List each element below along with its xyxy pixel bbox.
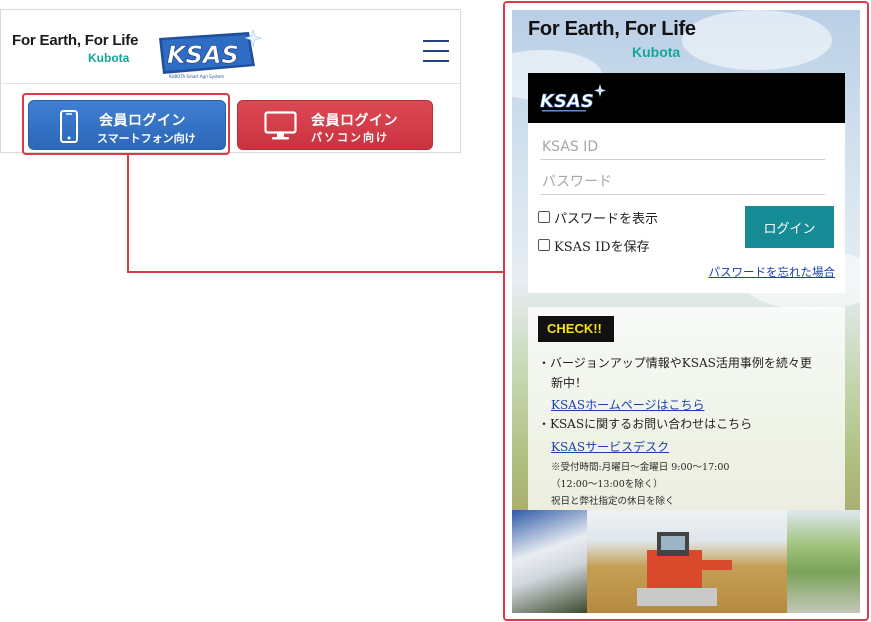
hamburger-menu-icon[interactable] bbox=[423, 40, 449, 62]
ksas-logo-subtext: KUBOTA Smart Agri System bbox=[169, 74, 224, 79]
photo-smartphone-in-hand bbox=[512, 510, 587, 613]
smartphone-login-screen: For Earth, For Life Kubota KSAS パスワードを表示… bbox=[512, 10, 860, 613]
check-info-panel: CHECK!! ・バージョンアップ情報やKSAS活用事例を続々更 新中！ KSA… bbox=[528, 307, 845, 510]
forgot-password-link[interactable]: パスワードを忘れた場合 bbox=[709, 264, 836, 280]
password-input[interactable] bbox=[540, 169, 825, 195]
login-button-label: 会員ログイン bbox=[99, 113, 186, 129]
smartphone-icon bbox=[60, 110, 78, 143]
callout-frame: For Earth, For Life Kubota KSAS パスワードを表示… bbox=[503, 1, 869, 621]
photo-combine-harvester bbox=[587, 510, 787, 613]
ksas-banner: KSAS bbox=[528, 73, 845, 123]
menu-line bbox=[423, 50, 449, 52]
contact-text: KSASに関するお問い合わせはこちら bbox=[550, 417, 753, 431]
ksas-homepage-link[interactable]: KSASホームページはこちら bbox=[551, 396, 704, 413]
checkbox-square[interactable] bbox=[538, 239, 550, 251]
kubota-logo-text: Kubota bbox=[88, 51, 130, 65]
news-item-continued: 新中！ bbox=[551, 376, 588, 390]
save-id-label: KSAS IDを保存 bbox=[554, 240, 650, 255]
login-card: KSAS パスワードを表示 KSAS IDを保存 ログイン パスワードを忘れた場… bbox=[528, 73, 845, 293]
login-button-sublabel: パソコン向け bbox=[311, 131, 389, 144]
service-desk-link[interactable]: KSASサービスデスク bbox=[551, 438, 669, 455]
ksas-id-input[interactable] bbox=[540, 134, 825, 160]
login-button-sublabel: スマートフォン向け bbox=[97, 132, 196, 145]
checkbox-square[interactable] bbox=[538, 211, 550, 223]
background-cloud bbox=[682, 10, 832, 70]
news-text: バージョンアップ情報やKSAS活用事例を続々更 bbox=[550, 356, 812, 370]
member-login-pc-button[interactable]: 会員ログイン パソコン向け bbox=[237, 100, 433, 150]
brand-tagline: For Earth, For Life bbox=[528, 18, 696, 40]
kubota-logo-text: Kubota bbox=[632, 44, 681, 60]
callout-connector-vertical bbox=[127, 155, 129, 273]
news-item: ・バージョンアップ情報やKSAS活用事例を続々更 bbox=[538, 356, 812, 370]
show-password-label: パスワードを表示 bbox=[554, 212, 659, 227]
menu-line bbox=[423, 60, 449, 62]
ksas-logo: KSAS bbox=[540, 84, 606, 112]
ksas-logo-wordmark: KSAS bbox=[167, 41, 239, 69]
contact-item: ・KSASに関するお問い合わせはこちら bbox=[538, 417, 753, 431]
site-header: For Earth, For Life Kubota KSAS KUBOTA S… bbox=[0, 9, 461, 153]
login-button[interactable]: ログイン bbox=[745, 206, 834, 248]
check-badge: CHECK!! bbox=[538, 316, 614, 342]
brand-tagline: For Earth, For Life bbox=[12, 32, 139, 49]
support-hours: ※受付時間:月曜日〜金曜日 9:00〜17:00 bbox=[551, 462, 730, 473]
support-holidays: 祝日と弊社指定の休日を除く bbox=[551, 496, 675, 507]
photo-rice-field bbox=[787, 510, 860, 613]
farm-photo-strip bbox=[512, 510, 860, 613]
login-button-label: 会員ログイン bbox=[311, 113, 398, 129]
ksas-logo[interactable]: KSAS KUBOTA Smart Agri System bbox=[153, 28, 263, 80]
header-top-bar: For Earth, For Life Kubota KSAS KUBOTA S… bbox=[1, 10, 460, 84]
ksas-logo-wordmark: KSAS bbox=[540, 91, 594, 112]
combine-harvester-illustration bbox=[637, 532, 732, 606]
monitor-icon bbox=[264, 111, 297, 140]
menu-line bbox=[423, 40, 449, 42]
member-login-smartphone-button[interactable]: 会員ログイン スマートフォン向け bbox=[28, 100, 226, 150]
callout-connector-horizontal bbox=[127, 271, 504, 273]
support-hours-exception: （12:00〜13:00を除く） bbox=[551, 479, 663, 490]
